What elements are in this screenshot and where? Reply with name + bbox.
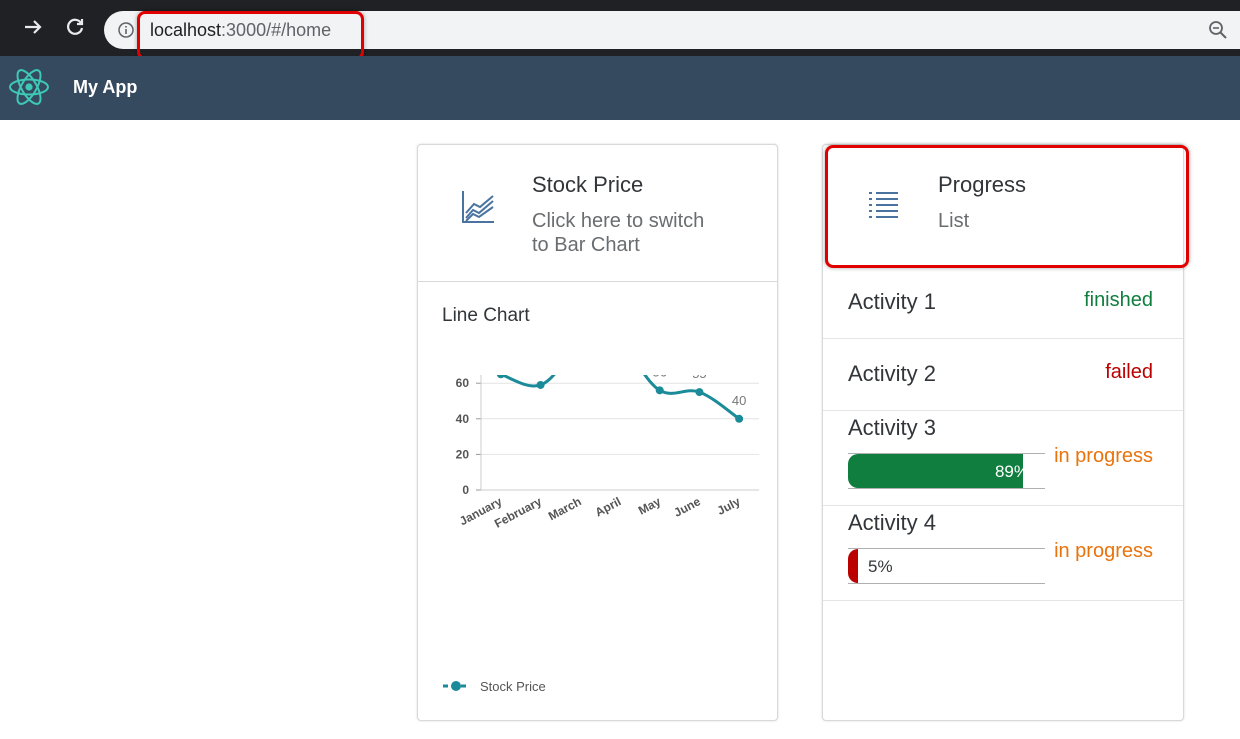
stock-card-header[interactable]: Stock Price Click here to switch to Bar … — [418, 145, 777, 282]
data-point — [496, 375, 505, 379]
url-text[interactable]: localhost:3000/#/home — [150, 20, 331, 41]
progress-bar: 89% — [848, 453, 1045, 489]
series-line-stock-price — [500, 375, 741, 421]
activity-name: Activity 2 — [848, 361, 937, 386]
stock-price-card: Stock Price Click here to switch to Bar … — [417, 144, 778, 721]
activity-status: failed — [1105, 361, 1153, 383]
data-label: 40 — [732, 393, 746, 408]
reload-icon[interactable] — [62, 14, 88, 40]
data-label: 56 — [652, 375, 666, 379]
activity-name: Activity 3 — [848, 415, 937, 440]
data-point — [735, 414, 744, 423]
legend-label: Stock Price — [480, 679, 546, 694]
list-item-activity-3[interactable]: Activity 3 in progress 89% — [823, 411, 1183, 506]
progress-card-title: Progress — [938, 172, 1027, 197]
x-tick-label: July — [715, 494, 743, 518]
url-host: localhost — [150, 20, 222, 40]
y-tick-label: 40 — [456, 412, 470, 426]
y-tick-label: 60 — [456, 376, 470, 390]
x-tick-label: May — [636, 494, 663, 517]
activity-status: finished — [1084, 289, 1153, 311]
stock-card-title: Stock Price — [532, 172, 644, 197]
list-item-activity-4[interactable]: Activity 4 in progress 5% — [823, 506, 1183, 601]
info-icon[interactable] — [118, 22, 134, 38]
line-chart-icon — [462, 191, 494, 223]
progress-card: Progress List Activity 1 finished Activi… — [822, 144, 1184, 721]
progress-card-subtitle: List — [938, 210, 970, 232]
progress-bar: 5% — [848, 548, 1045, 584]
stock-line-chart: 020406080100JanuaryFebruaryMarchAprilMay… — [443, 375, 759, 694]
app-title: My App — [73, 77, 138, 97]
browser-toolbar: localhost:3000/#/home — [0, 0, 1240, 56]
activity-status: in progress — [1054, 540, 1153, 562]
url-path: :3000/#/home — [221, 20, 332, 40]
x-tick-label: June — [672, 494, 704, 520]
data-label: 55 — [692, 375, 706, 381]
activity-name: Activity 4 — [848, 510, 937, 535]
list-item-activity-1[interactable]: Activity 1 finished — [823, 267, 1183, 339]
stock-card-subtitle-line2: to Bar Chart — [532, 234, 640, 256]
activity-name: Activity 1 — [848, 289, 937, 314]
list-icon — [869, 192, 898, 218]
y-tick-label: 0 — [462, 483, 469, 497]
data-point — [655, 386, 664, 395]
data-point — [536, 380, 545, 389]
progress-label: 5% — [868, 557, 893, 576]
progress-fill — [848, 549, 858, 583]
chart-heading: Line Chart — [442, 305, 530, 326]
progress-card-header[interactable]: Progress List — [823, 145, 1183, 263]
zoom-icon[interactable] — [1208, 20, 1228, 40]
y-tick-label: 20 — [456, 447, 470, 461]
x-tick-label: March — [546, 494, 584, 523]
data-point — [695, 388, 704, 397]
legend-marker — [451, 681, 461, 691]
list-item-activity-2[interactable]: Activity 2 failed — [823, 339, 1183, 411]
forward-arrow-icon[interactable] — [20, 14, 46, 40]
x-tick-label: April — [593, 494, 624, 519]
activity-status: in progress — [1054, 445, 1153, 467]
app-header: My App — [0, 56, 1240, 120]
progress-label: 89% — [994, 462, 1029, 481]
react-logo-icon[interactable] — [8, 66, 50, 108]
stock-card-subtitle-line1: Click here to switch — [532, 210, 705, 232]
